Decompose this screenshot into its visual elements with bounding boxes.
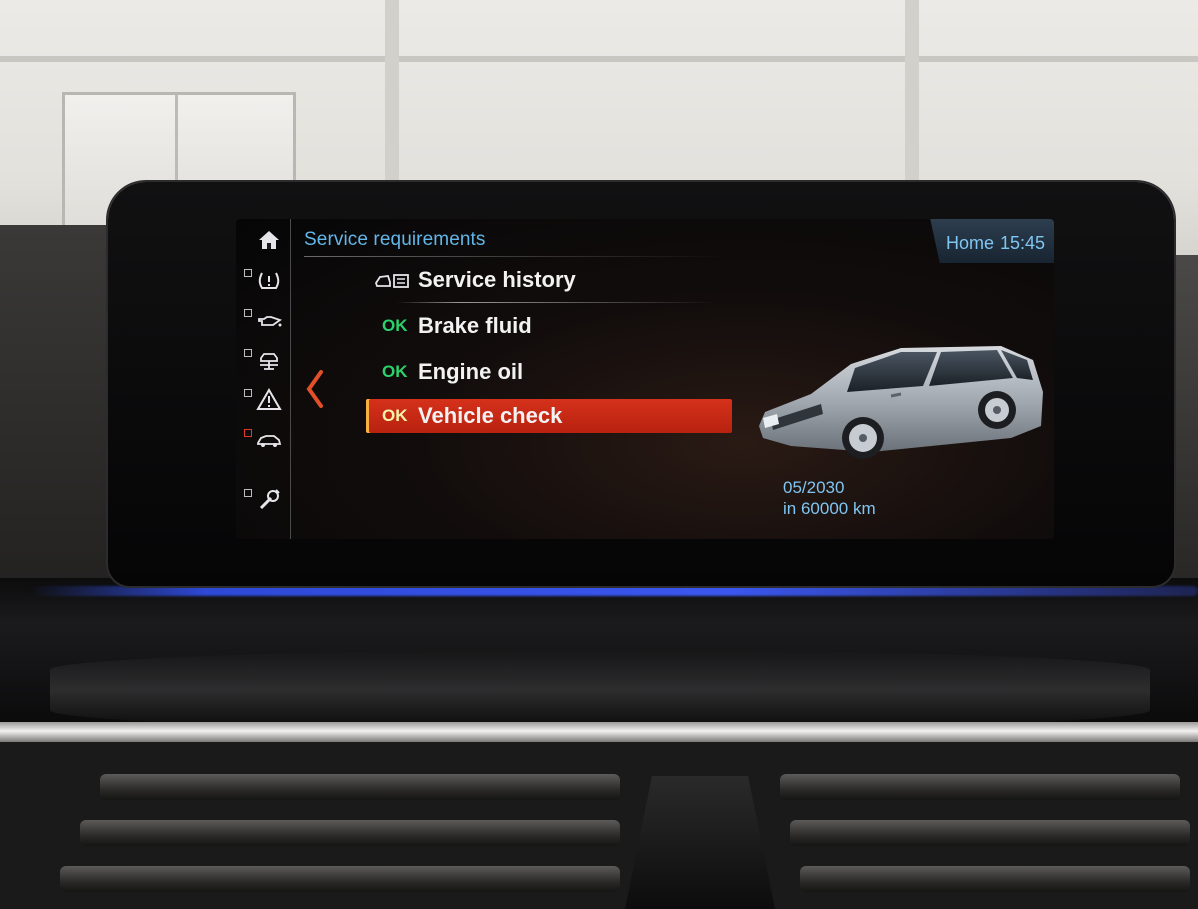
tire-pressure-icon [258, 272, 280, 289]
service-history-icon [375, 274, 409, 288]
sidebar-item-home[interactable] [238, 223, 286, 259]
home-label: Home [946, 233, 995, 253]
title-underline [304, 256, 724, 257]
menu-item-label: Vehicle check [418, 403, 563, 428]
menu-item-service-history[interactable]: Service history [372, 263, 712, 297]
car-status-icon [257, 435, 282, 447]
clock-time: 15:45 [1000, 233, 1046, 253]
wrench-icon [259, 489, 280, 510]
menu-item-engine-oil[interactable]: OK Engine oil [372, 355, 712, 389]
status-ok-badge: OK [382, 316, 408, 335]
vehicle-lift-icon [260, 353, 278, 370]
oil-can-icon [258, 316, 282, 327]
photo-scene: Service requirements Home 15:45 Service … [0, 0, 1198, 909]
sidebar-item-car-status[interactable] [238, 423, 286, 459]
service-due-distance: in 60000 km [783, 499, 876, 518]
sidebar-item-vehicle-lift[interactable] [238, 343, 286, 379]
sidebar-item-tire-pressure[interactable] [238, 263, 286, 299]
sidebar-item-service[interactable] [238, 483, 286, 519]
page-title: Service requirements [304, 229, 486, 250]
menu-item-vehicle-check[interactable]: OK Vehicle check [366, 399, 732, 433]
menu-item-label: Service history [418, 267, 576, 292]
vehicle-illustration [759, 346, 1043, 459]
idrive-display: Service requirements Home 15:45 Service … [236, 219, 1054, 539]
chrome-strip [0, 722, 1198, 742]
sidebar-item-warnings[interactable] [238, 383, 286, 419]
menu-separator [396, 302, 716, 303]
piano-black-reflection [50, 650, 1150, 730]
menu-item-brake-fluid[interactable]: OK Brake fluid [372, 309, 712, 343]
sidebar [236, 219, 291, 539]
service-due-date: 05/2030 [783, 478, 845, 497]
warning-triangle-icon [256, 388, 282, 410]
back-chevron-icon[interactable] [304, 369, 326, 409]
sidebar-item-oil[interactable] [238, 303, 286, 339]
air-vents [0, 742, 1198, 909]
ambient-light-strip [30, 586, 1198, 596]
home-time-tab[interactable]: Home 15:45 [930, 219, 1054, 263]
menu-item-label: Engine oil [418, 359, 524, 384]
home-icon [259, 231, 279, 249]
service-due-info: 05/2030 in 60000 km [783, 477, 876, 519]
menu-item-label: Brake fluid [418, 313, 532, 338]
status-ok-badge: OK [382, 406, 408, 425]
garage-beam [0, 56, 1198, 62]
status-ok-badge: OK [382, 362, 408, 381]
